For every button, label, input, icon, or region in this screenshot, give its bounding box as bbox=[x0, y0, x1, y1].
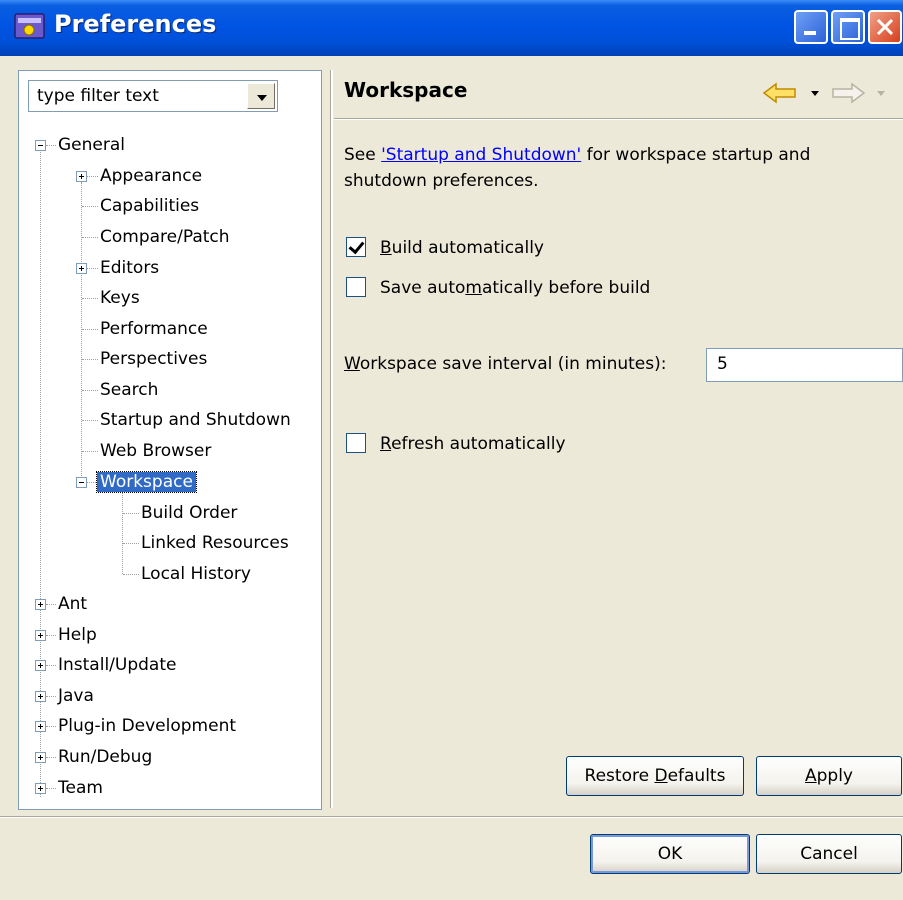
panel-sash[interactable] bbox=[330, 70, 333, 808]
expand-icon[interactable] bbox=[35, 630, 46, 641]
expand-icon[interactable] bbox=[35, 721, 46, 732]
refresh-automatically-checkbox[interactable] bbox=[346, 433, 366, 453]
forward-arrow-icon bbox=[832, 82, 866, 104]
collapse-icon[interactable] bbox=[76, 477, 87, 488]
expand-icon[interactable] bbox=[35, 752, 46, 763]
tree-item-build-order[interactable]: Build Order bbox=[141, 498, 237, 528]
tree-line bbox=[82, 206, 98, 207]
collapse-icon[interactable] bbox=[35, 140, 46, 151]
tree-item-local-history[interactable]: Local History bbox=[141, 559, 251, 589]
tree-line bbox=[46, 696, 56, 697]
tree-line bbox=[82, 329, 98, 330]
refresh-automatically-label: Refresh automatically bbox=[380, 434, 566, 454]
tree-line bbox=[46, 635, 56, 636]
minimize-button[interactable] bbox=[794, 10, 828, 44]
tree-item-help[interactable]: Help bbox=[58, 620, 97, 650]
tree-item-plugin-development[interactable]: Plug-in Development bbox=[58, 711, 236, 741]
expand-icon[interactable] bbox=[35, 660, 46, 671]
tree-line bbox=[123, 543, 139, 544]
tree-line bbox=[46, 665, 56, 666]
tree-item-install-update[interactable]: Install/Update bbox=[58, 650, 176, 680]
save-interval-label: Workspace save interval (in minutes): bbox=[344, 354, 667, 374]
maximize-button[interactable] bbox=[831, 10, 865, 44]
tree-item-web-browser[interactable]: Web Browser bbox=[100, 436, 211, 466]
footer-separator bbox=[0, 816, 903, 818]
tree-item-perspectives[interactable]: Perspectives bbox=[100, 344, 207, 374]
expand-icon[interactable] bbox=[76, 263, 87, 274]
tree-line bbox=[86, 176, 98, 177]
save-interval-input[interactable]: 5 bbox=[706, 348, 903, 382]
cancel-button[interactable]: Cancel bbox=[756, 834, 902, 874]
tree-item-linked-resources[interactable]: Linked Resources bbox=[141, 528, 289, 558]
tree-line bbox=[81, 182, 82, 482]
back-arrow-icon[interactable] bbox=[762, 82, 798, 104]
title-bar[interactable]: Preferences bbox=[0, 0, 903, 56]
tree-item-search[interactable]: Search bbox=[100, 375, 158, 405]
tree-line bbox=[123, 513, 139, 514]
tree-line bbox=[46, 757, 56, 758]
tree-item-ant[interactable]: Ant bbox=[58, 589, 87, 619]
tree-line bbox=[82, 390, 98, 391]
build-automatically-label: Build automatically bbox=[380, 238, 544, 258]
tree-item-editors[interactable]: Editors bbox=[100, 253, 159, 283]
chevron-down-icon[interactable] bbox=[810, 90, 820, 98]
tree-line bbox=[86, 268, 98, 269]
info-prefix: See bbox=[344, 145, 382, 165]
save-automatically-label: Save automatically before build bbox=[380, 278, 651, 298]
tree-item-compare-patch[interactable]: Compare/Patch bbox=[100, 222, 230, 252]
tree-line bbox=[82, 420, 98, 421]
filter-combo[interactable]: type filter text bbox=[28, 80, 278, 112]
filter-input[interactable]: type filter text bbox=[37, 86, 159, 106]
restore-defaults-button[interactable]: Restore Defaults bbox=[566, 756, 744, 796]
preferences-dialog: Preferences type filter text General App… bbox=[0, 0, 903, 900]
save-automatically-checkbox[interactable] bbox=[346, 277, 366, 297]
eclipse-window-icon bbox=[14, 13, 45, 39]
tree-line bbox=[123, 574, 139, 575]
ok-button[interactable]: OK bbox=[590, 834, 750, 874]
tree-item-workspace[interactable]: Workspace bbox=[96, 467, 197, 497]
build-automatically-checkbox[interactable] bbox=[346, 237, 366, 257]
filter-dropdown-button[interactable] bbox=[247, 83, 275, 109]
expand-icon[interactable] bbox=[35, 691, 46, 702]
close-icon bbox=[876, 18, 894, 36]
save-interval-value: 5 bbox=[717, 354, 728, 374]
header-separator bbox=[334, 118, 903, 120]
close-button[interactable] bbox=[868, 10, 902, 44]
expand-icon[interactable] bbox=[35, 599, 46, 610]
tree-line bbox=[82, 237, 98, 238]
tree-item-startup-shutdown[interactable]: Startup and Shutdown bbox=[100, 405, 291, 435]
tree-line bbox=[46, 788, 56, 789]
tree-item-keys[interactable]: Keys bbox=[100, 283, 140, 313]
tree-item-java[interactable]: Java bbox=[58, 681, 94, 711]
tree-item-general[interactable]: General bbox=[58, 130, 125, 160]
window-title: Preferences bbox=[54, 10, 217, 38]
tree-item-capabilities[interactable]: Capabilities bbox=[100, 191, 199, 221]
apply-button[interactable]: Apply bbox=[756, 756, 902, 796]
tree-line bbox=[46, 604, 56, 605]
tree-line bbox=[82, 298, 98, 299]
info-text: See 'Startup and Shutdown' for workspace… bbox=[344, 142, 884, 194]
tree-line bbox=[82, 359, 98, 360]
tree-line bbox=[46, 145, 56, 146]
tree-item-workspace-label: Workspace bbox=[96, 471, 197, 493]
tree-item-team[interactable]: Team bbox=[58, 773, 103, 803]
expand-icon[interactable] bbox=[76, 171, 87, 182]
page-title: Workspace bbox=[344, 78, 468, 102]
tree-line bbox=[46, 726, 56, 727]
tree-item-run-debug[interactable]: Run/Debug bbox=[58, 742, 152, 772]
expand-icon[interactable] bbox=[35, 783, 46, 794]
tree-item-performance[interactable]: Performance bbox=[100, 314, 208, 344]
chevron-down-icon bbox=[877, 91, 885, 96]
tree-line bbox=[82, 451, 98, 452]
tree-item-appearance[interactable]: Appearance bbox=[100, 161, 202, 191]
tree-line bbox=[122, 492, 123, 574]
startup-shutdown-link[interactable]: 'Startup and Shutdown' bbox=[381, 145, 581, 165]
